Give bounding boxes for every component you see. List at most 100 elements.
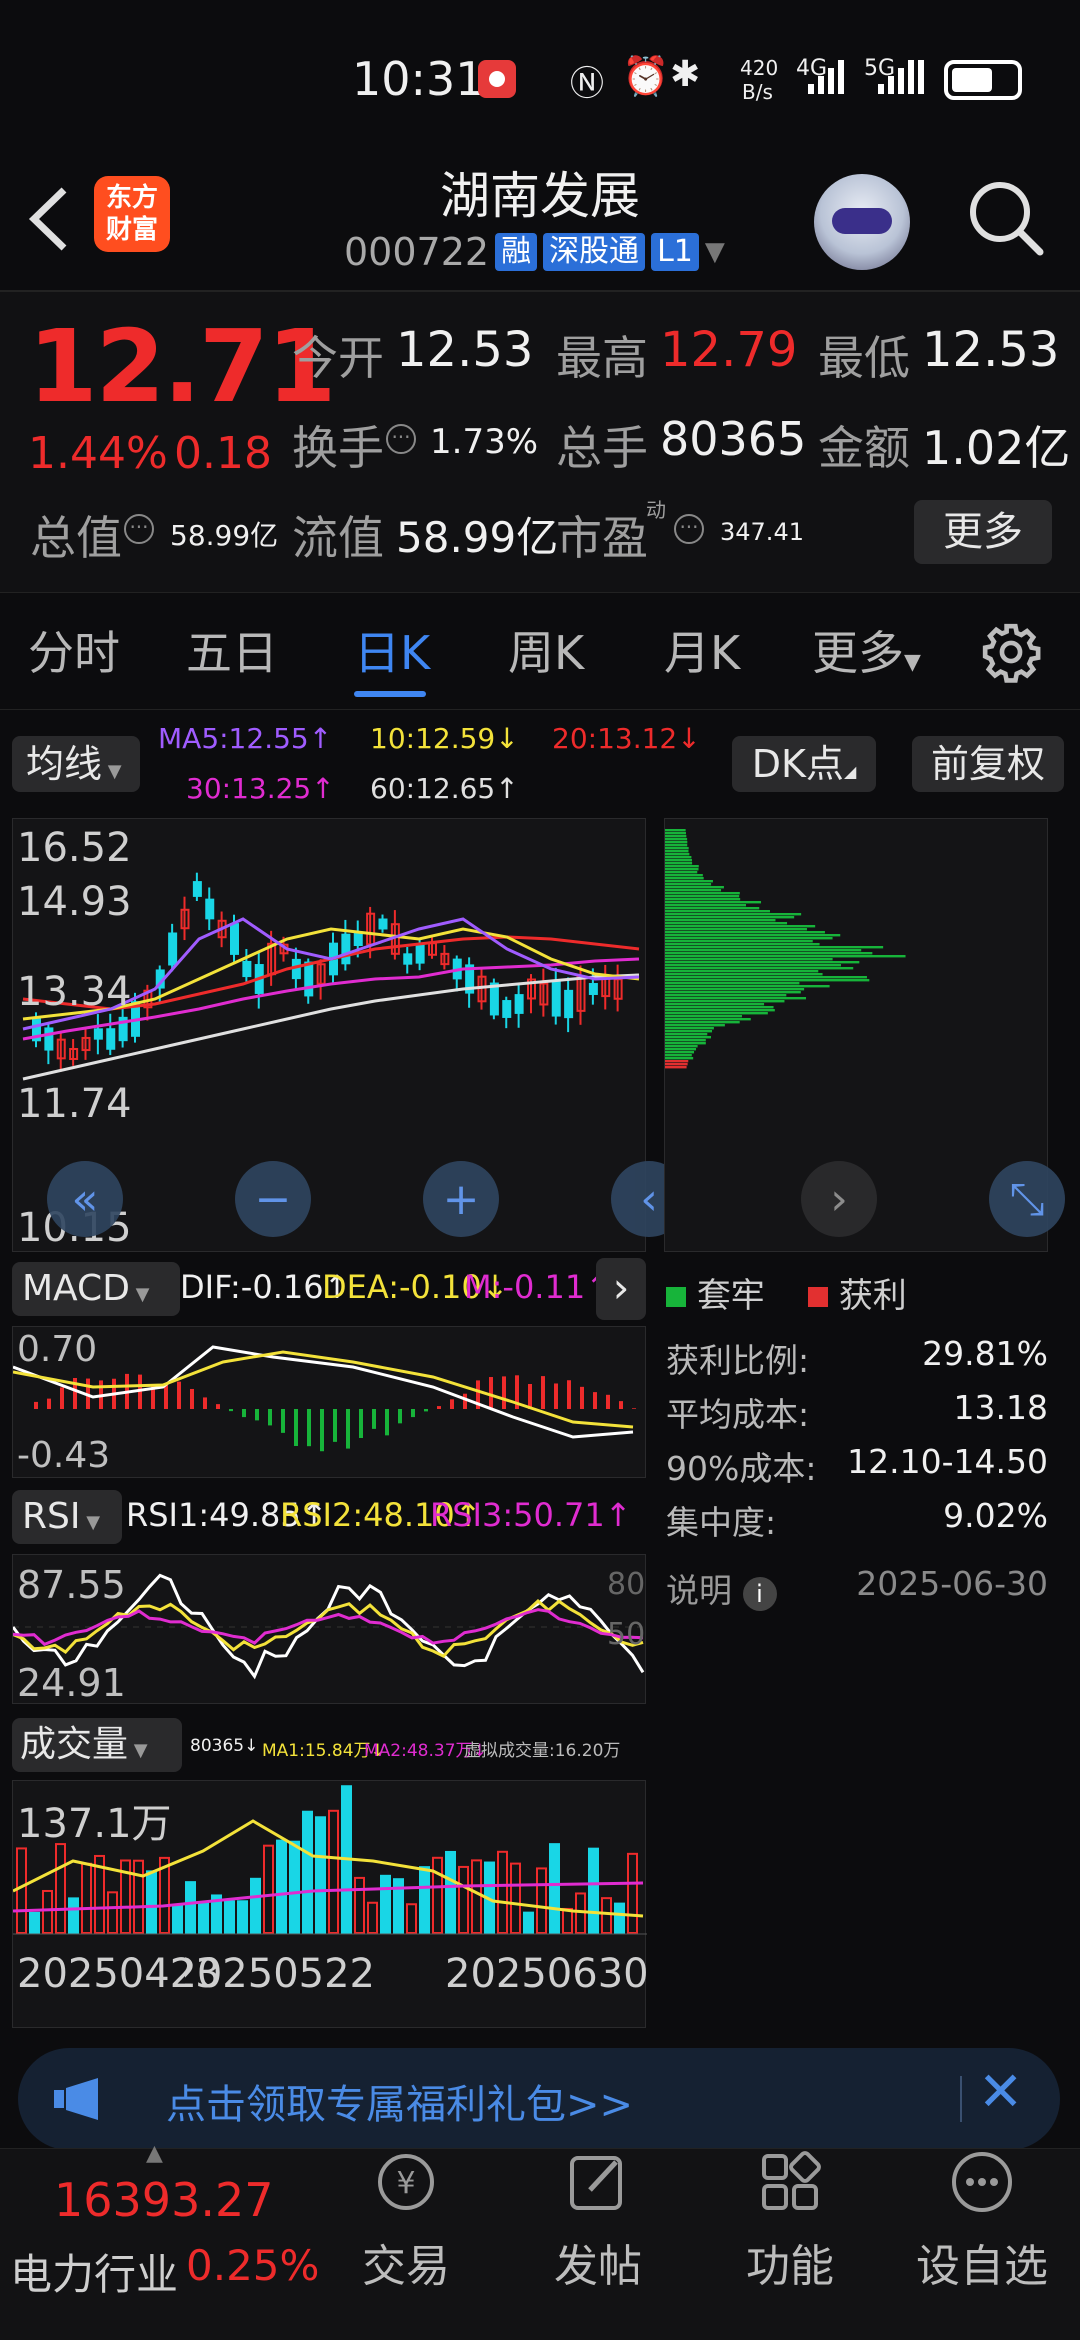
tab-more[interactable]: 更多▼ — [812, 617, 921, 683]
robot-avatar-icon[interactable] — [814, 174, 910, 270]
volume-bar — [289, 1840, 300, 1934]
chip-bar — [665, 931, 825, 934]
volume-bar — [302, 1810, 313, 1935]
stock-code-row[interactable]: 000722 融 深股通 L1 ▼ — [344, 230, 725, 274]
rsi-selector[interactable]: RSI ▼ — [12, 1490, 122, 1544]
volume-bar — [445, 1850, 456, 1934]
candle-body — [378, 918, 388, 930]
chip-bar — [665, 985, 830, 988]
chip-bar — [665, 853, 690, 856]
volume-bar — [380, 1874, 391, 1934]
volume-bar — [237, 1900, 248, 1934]
macd-chart[interactable]: 0.70 -0.43 — [12, 1326, 646, 1478]
dk-point-button[interactable]: DK点◢ — [732, 736, 876, 792]
chip-bar — [665, 970, 819, 973]
banner-text: 点击领取专属福利礼包>> — [166, 2082, 634, 2128]
mktcap-info-icon[interactable]: ··· — [124, 514, 154, 544]
nav-trade[interactable]: ¥ 交易 — [326, 2150, 486, 2294]
candle-body — [341, 933, 351, 965]
scroll-right-button[interactable]: › — [801, 1161, 877, 1237]
chip-row-label: 获利比例: — [666, 1341, 810, 1380]
fullscreen-button[interactable]: ⤡ — [989, 1161, 1065, 1237]
macd-selector[interactable]: MACD ▼ — [12, 1262, 180, 1316]
tab-intraday[interactable]: 分时 — [28, 617, 120, 683]
high-label: 最高 — [556, 331, 648, 385]
nav-post[interactable]: 发帖 — [518, 2150, 678, 2294]
change-pct: 1.44% — [28, 428, 168, 479]
date-label: 20250522 — [185, 1951, 375, 1997]
mktcap-label: 总值 — [30, 511, 122, 565]
nav-add-watchlist[interactable]: 设自选 — [902, 2150, 1062, 2294]
gear-icon[interactable] — [980, 621, 1042, 683]
volume-bar — [458, 1865, 469, 1934]
index-value[interactable]: 16393.27 — [54, 2173, 274, 2227]
search-icon[interactable] — [966, 178, 1046, 258]
badge-margin: 融 — [495, 233, 538, 271]
chip-bar — [665, 991, 801, 994]
volume-bar — [419, 1866, 430, 1934]
ma-bar: 均线 ▼ MA5:12.55↑ 10:12.59↓ 20:13.12↓ 30:1… — [0, 712, 1080, 812]
volume-bar — [42, 1889, 53, 1935]
rsi-y-bottom: 24.91 — [17, 1661, 126, 1705]
kline-y-label: 13.34 — [17, 969, 132, 1015]
tab-five-day[interactable]: 五日 — [186, 617, 278, 683]
volume-bar — [68, 1897, 79, 1935]
info-dot-icon[interactable]: ··· — [386, 424, 416, 454]
vol-current: 80365↓ — [190, 1736, 259, 1756]
trade-icon: ¥ — [378, 2154, 434, 2210]
kline-y-label: 14.93 — [17, 879, 132, 925]
dk-point-label: DK点 — [751, 742, 844, 786]
date-label: 20250630 — [445, 1951, 649, 1997]
promo-banner[interactable]: 点击领取专属福利礼包>> ✕ — [18, 2048, 1060, 2150]
rsi-selector-label: RSI — [22, 1496, 81, 1537]
nav-functions[interactable]: 功能 — [710, 2150, 870, 2294]
chip-bar — [665, 976, 867, 979]
pe-info-icon[interactable]: ··· — [674, 514, 704, 544]
volume-bar — [523, 1911, 534, 1934]
tab-daily-k[interactable]: 日K — [354, 617, 430, 683]
volume-bar — [510, 1862, 521, 1934]
legend-profit: 获利 — [808, 1268, 907, 1317]
vol-header: 成交量 ▼ 80365↓ MA1:15.84万↓ MA2:48.37万↓ 虚拟成… — [0, 1712, 660, 1778]
vol-selector[interactable]: 成交量 ▼ — [12, 1718, 182, 1772]
chip-bar — [665, 1027, 714, 1030]
adjust-button[interactable]: 前复权 — [912, 736, 1064, 792]
turnover-label: 换手 — [292, 421, 384, 475]
chip-bar — [665, 1054, 692, 1057]
tab-monthly-k[interactable]: 月K — [664, 617, 740, 683]
more-button[interactable]: 更多 — [914, 500, 1052, 564]
close-icon[interactable]: ✕ — [978, 2060, 1023, 2123]
chip-bar — [665, 850, 689, 853]
legend-profit-swatch — [808, 1287, 828, 1307]
nav-trade-label: 交易 — [362, 2241, 450, 2292]
rsi-chart[interactable]: 87.55 24.91 80 50 — [11, 1554, 647, 1705]
badge-connect: 深股通 — [543, 233, 646, 271]
zoom-out-button[interactable]: − — [235, 1161, 311, 1237]
chip-bar — [665, 883, 712, 886]
megaphone-icon — [54, 2078, 98, 2120]
chip-bar — [665, 955, 906, 958]
chip-stats: 套牢 获利 获利比例: 29.81% 平均成本: 13.18 90%成本: 12… — [664, 1262, 1064, 1622]
chip-row-label: 90%成本: — [666, 1449, 817, 1488]
ma-selector-label: 均线 — [26, 742, 103, 786]
scroll-left-fast-button[interactable]: « — [47, 1161, 123, 1237]
clock: 10:31 — [352, 52, 485, 106]
more-dots-icon — [952, 2152, 1012, 2212]
pe-value: 347.41 — [720, 518, 804, 546]
chip-bar — [665, 913, 802, 916]
signal-5g-icon — [878, 60, 924, 94]
chip-bar — [665, 982, 800, 985]
zoom-in-button[interactable]: + — [423, 1161, 499, 1237]
volume-chart[interactable]: 137.1万 20250423 20250522 20250630 — [12, 1780, 649, 2028]
chip-note[interactable]: 说明 i — [666, 1564, 777, 1612]
caret-down-icon: ▼ — [102, 761, 122, 782]
volume-bar — [81, 1862, 92, 1934]
tab-weekly-k[interactable]: 周K — [508, 617, 584, 683]
volume-bar — [536, 1867, 547, 1934]
next-indicator-button[interactable]: › — [596, 1258, 646, 1320]
ma-selector[interactable]: 均线 ▼ — [12, 736, 140, 792]
kline-chart[interactable]: 16.52 14.93 13.34 11.74 10.15 « − + ‹ — [12, 818, 687, 1252]
chip-bar — [665, 1018, 751, 1021]
rsi2-line — [12, 1598, 644, 1659]
chip-bar — [665, 1042, 706, 1045]
